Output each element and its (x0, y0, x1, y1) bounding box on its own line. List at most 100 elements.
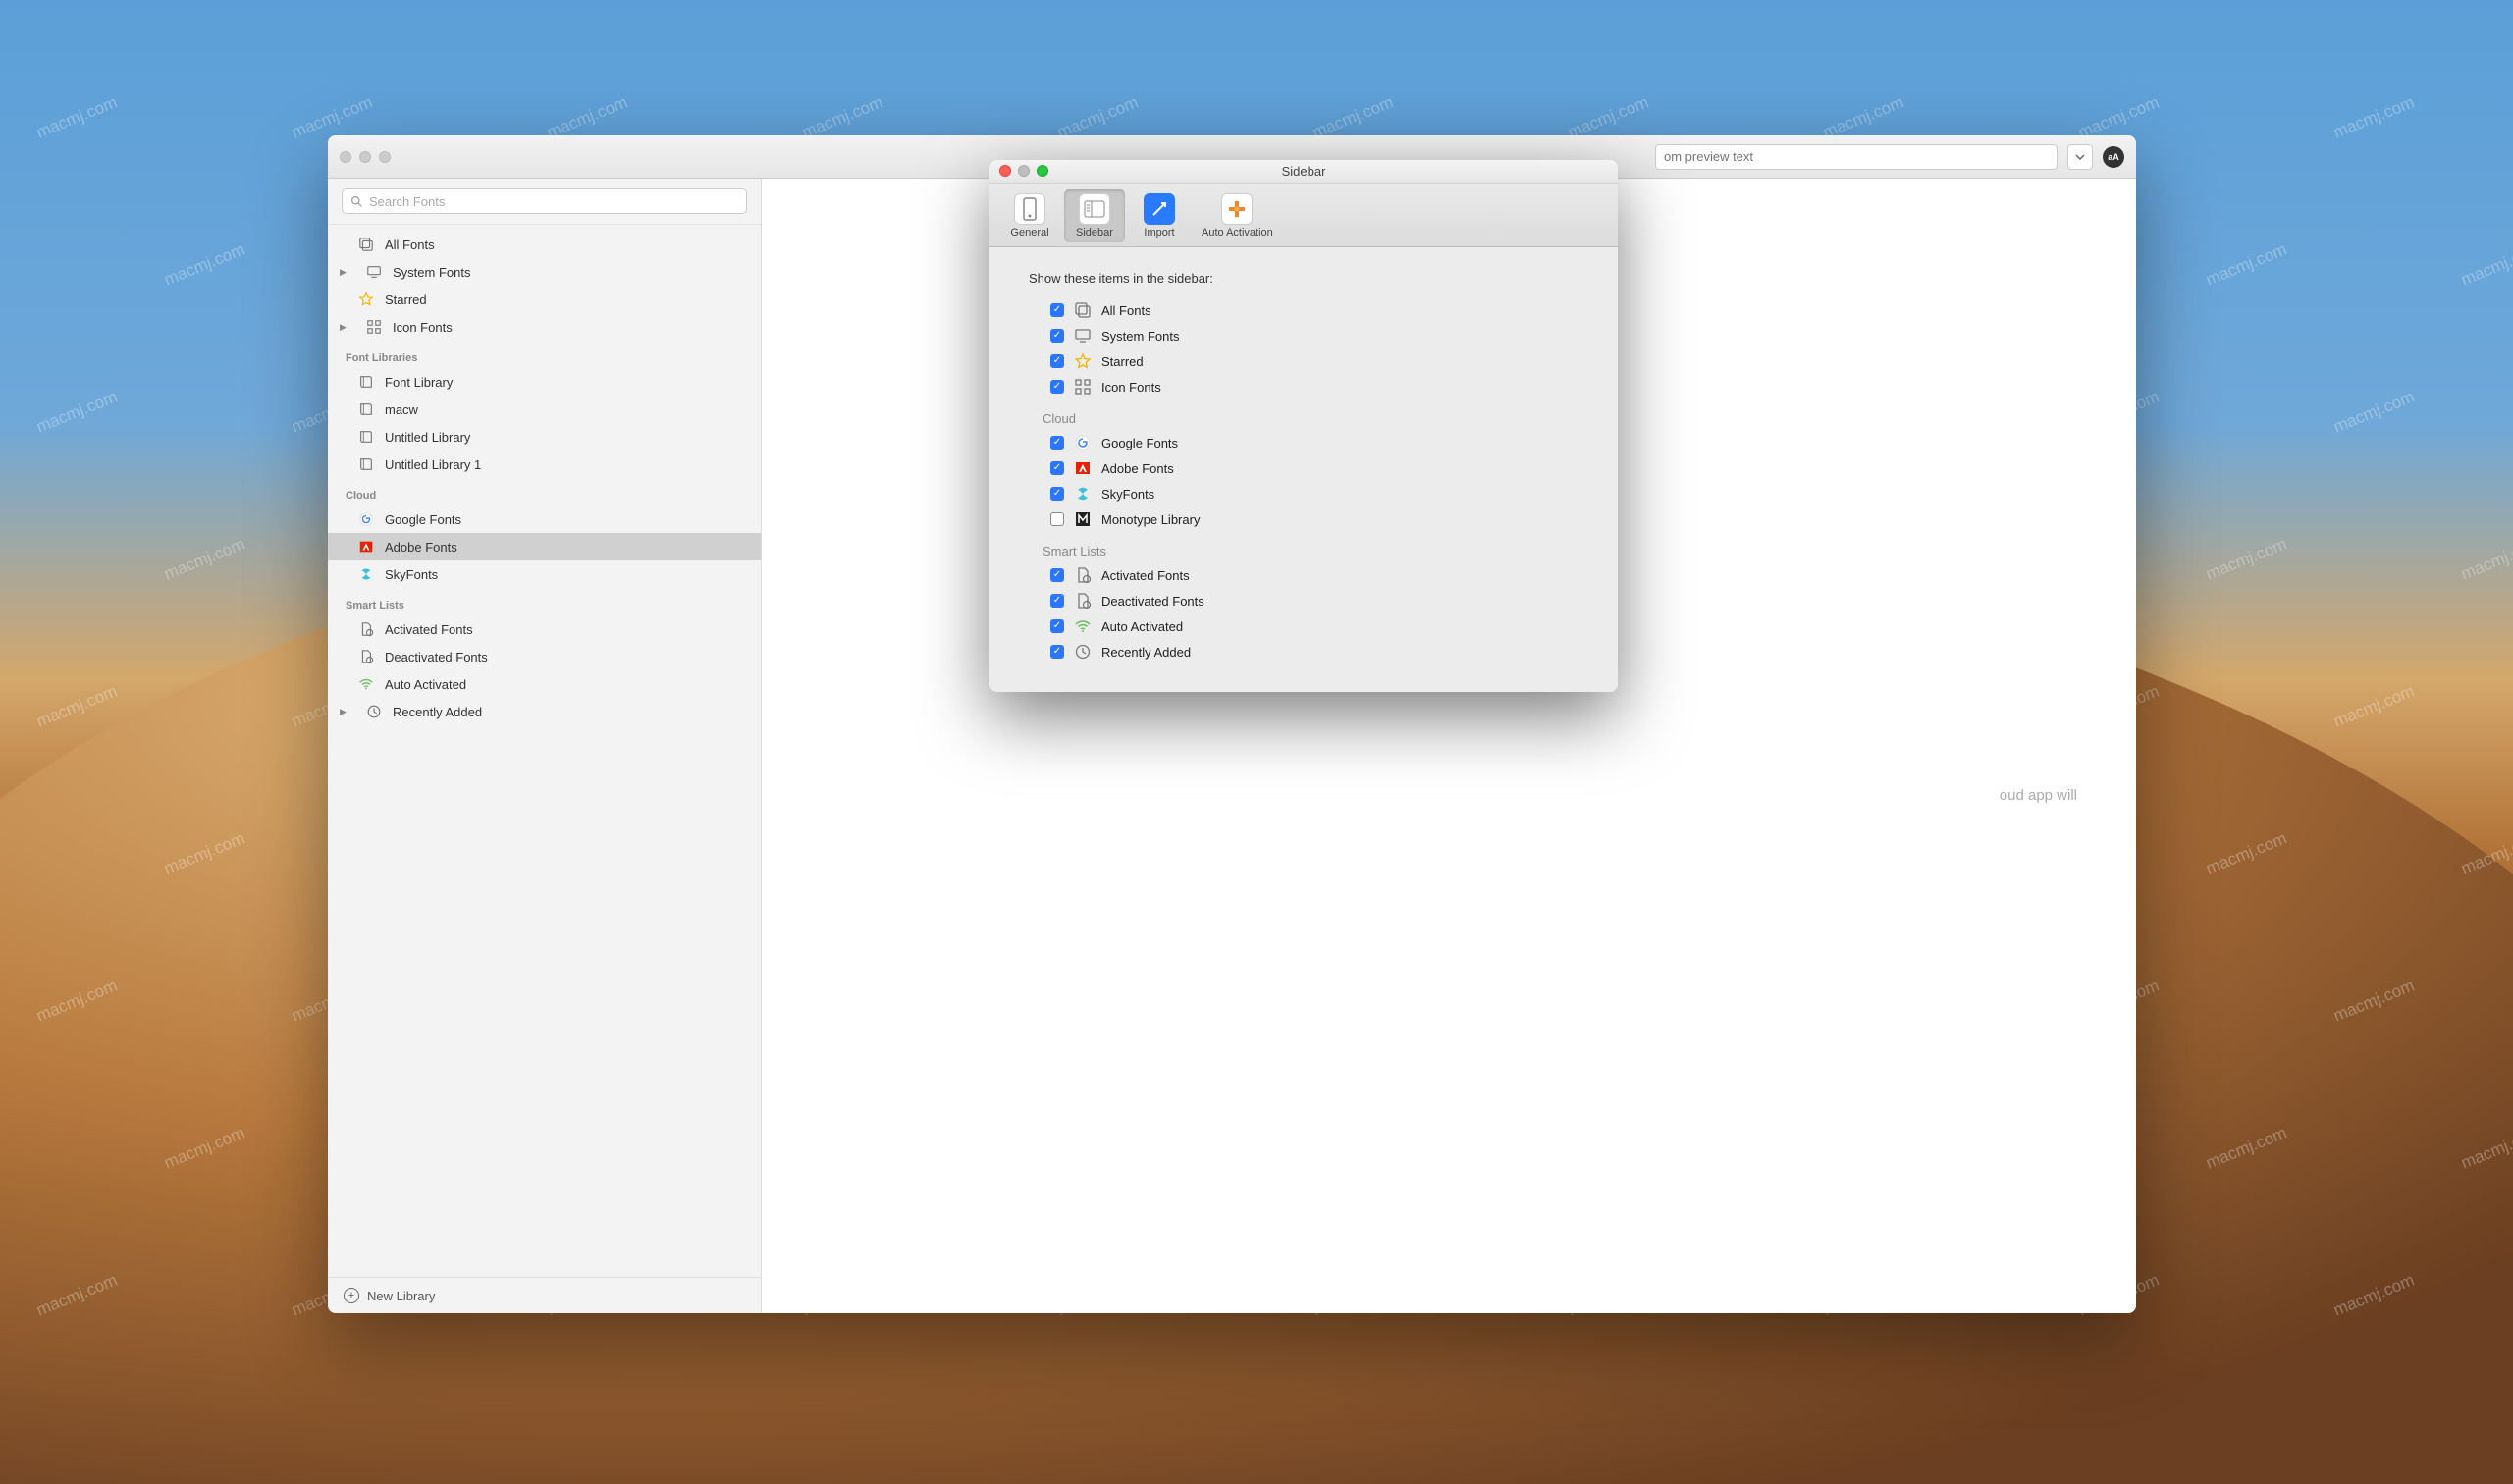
sidebar-item-all-fonts[interactable]: All Fonts (328, 231, 761, 258)
pref-row-deactivated-fonts: Deactivated Fonts (1029, 588, 1588, 613)
clock-icon (365, 703, 383, 720)
sidebar-item-system-fonts[interactable]: ▶ System Fonts (328, 258, 761, 286)
pref-row-label: System Fonts (1101, 329, 1179, 344)
preview-text-input[interactable] (1655, 144, 2058, 170)
book-icon (357, 400, 375, 418)
checkbox[interactable] (1050, 436, 1064, 450)
pref-row-label: Recently Added (1101, 645, 1191, 660)
checkbox[interactable] (1050, 329, 1064, 343)
close-button[interactable] (340, 151, 351, 163)
checkbox[interactable] (1050, 380, 1064, 394)
sidebar-icon (1079, 193, 1110, 225)
smart-header: Smart Lists (328, 588, 761, 615)
sidebar-item-icon-fonts[interactable]: ▶ Icon Fonts (328, 313, 761, 341)
pref-row-label: Google Fonts (1101, 436, 1178, 450)
tab-import[interactable]: Import (1129, 189, 1190, 242)
pref-titlebar: Sidebar (989, 160, 1618, 184)
skyfonts-icon (1074, 485, 1092, 503)
sidebar-item-untitled-library-1[interactable]: Untitled Library 1 (328, 450, 761, 478)
monotype-icon (1074, 510, 1092, 528)
pref-row-icon-fonts: Icon Fonts (1029, 374, 1588, 399)
pref-row-recently-added: Recently Added (1029, 639, 1588, 664)
checkbox[interactable] (1050, 303, 1064, 317)
tab-auto-activation[interactable]: Auto Activation (1194, 189, 1281, 242)
sidebar-item-google-fonts[interactable]: Google Fonts (328, 505, 761, 533)
libraries-header: Font Libraries (328, 341, 761, 368)
checkbox[interactable] (1050, 461, 1064, 475)
pref-row-label: Starred (1101, 354, 1144, 369)
pref-zoom-button[interactable] (1037, 165, 1048, 177)
pref-row-label: Activated Fonts (1101, 568, 1190, 583)
pref-row-adobe-fonts: Adobe Fonts (1029, 455, 1588, 481)
doc-icon (1074, 566, 1092, 584)
clock-icon (1074, 643, 1092, 661)
disclosure-icon[interactable]: ▶ (340, 707, 349, 717)
google-icon (1074, 434, 1092, 451)
search-icon (350, 195, 363, 208)
sidebar-item-recently-added[interactable]: ▶Recently Added (328, 698, 761, 725)
sidebar-item-skyfonts[interactable]: SkyFonts (328, 560, 761, 588)
tab-general[interactable]: General (999, 189, 1060, 242)
pref-heading: Show these items in the sidebar: (1029, 271, 1588, 286)
sidebar-item-font-library[interactable]: Font Library (328, 368, 761, 396)
sidebar-item-label: All Fonts (385, 238, 435, 252)
sidebar-item-untitled-library[interactable]: Untitled Library (328, 423, 761, 450)
sidebar-item-label: Activated Fonts (385, 622, 473, 637)
preview-dropdown[interactable] (2067, 144, 2093, 170)
tab-import-label: Import (1144, 227, 1174, 238)
doc-icon (357, 648, 375, 665)
checkbox[interactable] (1050, 619, 1064, 633)
minimize-button[interactable] (359, 151, 371, 163)
tab-sidebar[interactable]: Sidebar (1064, 189, 1125, 242)
cloud-header: Cloud (328, 478, 761, 505)
sidebar-item-label: Icon Fonts (393, 320, 453, 335)
pref-row-label: Monotype Library (1101, 512, 1200, 527)
sidebar-item-activated-fonts[interactable]: Activated Fonts (328, 615, 761, 643)
pref-row-label: All Fonts (1101, 303, 1151, 318)
sidebar-item-starred[interactable]: Starred (328, 286, 761, 313)
star-icon (357, 291, 375, 308)
grid-icon (1074, 378, 1092, 396)
checkbox[interactable] (1050, 487, 1064, 501)
checkbox[interactable] (1050, 594, 1064, 608)
new-library-button[interactable]: + New Library (328, 1277, 761, 1313)
pref-row-all-fonts: All Fonts (1029, 297, 1588, 323)
monitor-icon (1074, 327, 1092, 344)
sidebar-item-auto-activated[interactable]: Auto Activated (328, 670, 761, 698)
avatar[interactable]: aA (2103, 146, 2124, 168)
pref-window-controls (999, 165, 1048, 177)
new-library-label: New Library (367, 1289, 435, 1303)
sidebar-item-label: macw (385, 402, 418, 417)
disclosure-icon[interactable]: ▶ (340, 267, 349, 278)
tab-sidebar-label: Sidebar (1076, 227, 1113, 238)
main-hint-text: oud app will (2000, 787, 2077, 804)
checkbox[interactable] (1050, 645, 1064, 659)
search-input[interactable]: Search Fonts (342, 188, 747, 214)
pref-cloud-header: Cloud (1043, 411, 1588, 426)
skyfonts-icon (357, 565, 375, 583)
checkbox[interactable] (1050, 568, 1064, 582)
book-icon (357, 428, 375, 446)
checkbox[interactable] (1050, 512, 1064, 526)
pref-minimize-button[interactable] (1018, 165, 1030, 177)
tab-auto-label: Auto Activation (1202, 227, 1273, 238)
pref-close-button[interactable] (999, 165, 1011, 177)
pref-row-google-fonts: Google Fonts (1029, 430, 1588, 455)
sidebar-item-macw[interactable]: macw (328, 396, 761, 423)
sidebar-item-label: System Fonts (393, 265, 470, 280)
pref-toolbar: General Sidebar Import Auto Activation (989, 184, 1618, 247)
star-icon (1074, 352, 1092, 370)
doc-icon (357, 620, 375, 638)
pref-row-label: Adobe Fonts (1101, 461, 1174, 476)
checkbox[interactable] (1050, 354, 1064, 368)
disclosure-icon[interactable]: ▶ (340, 322, 349, 333)
sidebar-item-adobe-fonts[interactable]: Adobe Fonts (328, 533, 761, 560)
pref-row-skyfonts: SkyFonts (1029, 481, 1588, 506)
pref-row-label: Icon Fonts (1101, 380, 1161, 395)
pref-title: Sidebar (1282, 164, 1326, 179)
pref-row-starred: Starred (1029, 348, 1588, 374)
zoom-button[interactable] (379, 151, 391, 163)
sidebar-item-deactivated-fonts[interactable]: Deactivated Fonts (328, 643, 761, 670)
book-icon (357, 455, 375, 473)
tab-general-label: General (1010, 227, 1048, 238)
